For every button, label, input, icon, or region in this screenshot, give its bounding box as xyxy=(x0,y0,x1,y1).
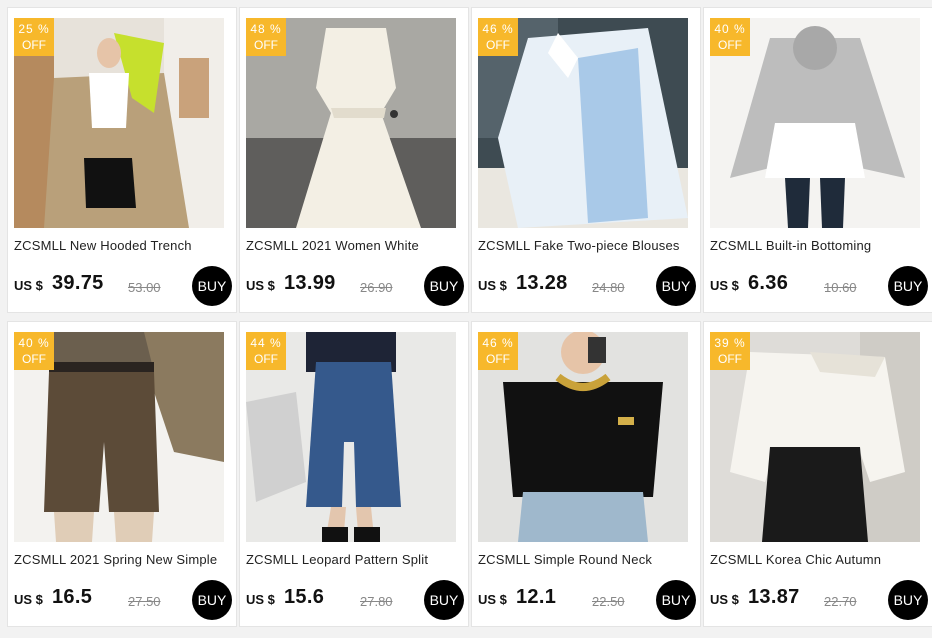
product-card[interactable]: 39 % OFF ZCSMLL Korea Chic Autumn US $ 1… xyxy=(703,321,932,627)
discount-off-label: OFF xyxy=(486,352,510,366)
currency-label: US $ xyxy=(246,278,275,293)
original-price: 27.50 xyxy=(128,594,161,609)
buy-button[interactable]: BUY xyxy=(424,580,464,620)
original-price: 53.00 xyxy=(128,280,161,295)
sale-price: 13.87 xyxy=(748,586,800,608)
discount-percent: 25 % xyxy=(18,22,50,36)
discount-badge: 48 % OFF xyxy=(246,18,286,56)
product-card[interactable]: 25 % OFF ZCSMLL New Hooded Trench US $ 3… xyxy=(7,7,237,313)
buy-button[interactable]: BUY xyxy=(656,266,696,306)
buy-button[interactable]: BUY xyxy=(192,266,232,306)
discount-off-label: OFF xyxy=(718,38,742,52)
discount-percent: 44 % xyxy=(250,336,282,350)
product-image[interactable]: 44 % OFF xyxy=(246,332,456,542)
discount-percent: 48 % xyxy=(250,22,282,36)
product-image[interactable]: 40 % OFF xyxy=(14,332,224,542)
original-price: 27.80 xyxy=(360,594,393,609)
product-image[interactable]: 48 % OFF xyxy=(246,18,456,228)
original-price: 26.90 xyxy=(360,280,393,295)
product-grid: 25 % OFF ZCSMLL New Hooded Trench US $ 3… xyxy=(0,0,932,638)
discount-badge: 46 % OFF xyxy=(478,18,518,56)
buy-button[interactable]: BUY xyxy=(888,580,928,620)
sale-price: 13.28 xyxy=(516,272,568,294)
discount-off-label: OFF xyxy=(22,352,46,366)
product-title[interactable]: ZCSMLL New Hooded Trench xyxy=(14,238,228,253)
price-row: US $ 13.99 26.90 BUY xyxy=(246,266,464,306)
original-price: 22.50 xyxy=(592,594,625,609)
product-image[interactable]: 25 % OFF xyxy=(14,18,224,228)
discount-off-label: OFF xyxy=(254,38,278,52)
sale-price: 16.5 xyxy=(52,586,93,608)
currency-label: US $ xyxy=(710,278,739,293)
sale-price: 12.1 xyxy=(516,586,557,608)
product-title[interactable]: ZCSMLL Leopard Pattern Split xyxy=(246,552,460,567)
currency-label: US $ xyxy=(478,592,507,607)
product-card[interactable]: 46 % OFF ZCSMLL Fake Two-piece Blouses U… xyxy=(471,7,701,313)
discount-badge: 40 % OFF xyxy=(710,18,750,56)
product-image[interactable]: 40 % OFF xyxy=(710,18,920,228)
discount-off-label: OFF xyxy=(486,38,510,52)
product-title[interactable]: ZCSMLL 2021 Spring New Simple xyxy=(14,552,228,567)
sale-price: 13.99 xyxy=(284,272,336,294)
product-image[interactable]: 39 % OFF xyxy=(710,332,920,542)
product-title[interactable]: ZCSMLL 2021 Women White xyxy=(246,238,460,253)
product-title[interactable]: ZCSMLL Built-in Bottoming xyxy=(710,238,924,253)
buy-button[interactable]: BUY xyxy=(192,580,232,620)
discount-percent: 39 % xyxy=(714,336,746,350)
price-row: US $ 13.28 24.80 BUY xyxy=(478,266,696,306)
discount-percent: 40 % xyxy=(714,22,746,36)
discount-badge: 25 % OFF xyxy=(14,18,54,56)
discount-percent: 46 % xyxy=(482,336,514,350)
price-row: US $ 12.1 22.50 BUY xyxy=(478,580,696,620)
product-title[interactable]: ZCSMLL Korea Chic Autumn xyxy=(710,552,924,567)
product-title[interactable]: ZCSMLL Fake Two-piece Blouses xyxy=(478,238,692,253)
discount-badge: 44 % OFF xyxy=(246,332,286,370)
product-card[interactable]: 40 % OFF ZCSMLL Built-in Bottoming US $ … xyxy=(703,7,932,313)
product-card[interactable]: 46 % OFF ZCSMLL Simple Round Neck US $ 1… xyxy=(471,321,701,627)
discount-off-label: OFF xyxy=(254,352,278,366)
product-card[interactable]: 48 % OFF ZCSMLL 2021 Women White US $ 13… xyxy=(239,7,469,313)
discount-badge: 46 % OFF xyxy=(478,332,518,370)
product-image[interactable]: 46 % OFF xyxy=(478,332,688,542)
original-price: 24.80 xyxy=(592,280,625,295)
discount-percent: 46 % xyxy=(482,22,514,36)
discount-badge: 40 % OFF xyxy=(14,332,54,370)
currency-label: US $ xyxy=(246,592,275,607)
buy-button[interactable]: BUY xyxy=(424,266,464,306)
discount-off-label: OFF xyxy=(718,352,742,366)
sale-price: 39.75 xyxy=(52,272,104,294)
currency-label: US $ xyxy=(14,278,43,293)
buy-button[interactable]: BUY xyxy=(656,580,696,620)
price-row: US $ 16.5 27.50 BUY xyxy=(14,580,232,620)
discount-badge: 39 % OFF xyxy=(710,332,750,370)
product-image[interactable]: 46 % OFF xyxy=(478,18,688,228)
price-row: US $ 15.6 27.80 BUY xyxy=(246,580,464,620)
buy-button[interactable]: BUY xyxy=(888,266,928,306)
sale-price: 15.6 xyxy=(284,586,325,608)
product-card[interactable]: 40 % OFF ZCSMLL 2021 Spring New Simple U… xyxy=(7,321,237,627)
discount-percent: 40 % xyxy=(18,336,50,350)
currency-label: US $ xyxy=(710,592,739,607)
price-row: US $ 39.75 53.00 BUY xyxy=(14,266,232,306)
price-row: US $ 13.87 22.70 BUY xyxy=(710,580,928,620)
product-title[interactable]: ZCSMLL Simple Round Neck xyxy=(478,552,692,567)
currency-label: US $ xyxy=(478,278,507,293)
original-price: 22.70 xyxy=(824,594,857,609)
currency-label: US $ xyxy=(14,592,43,607)
discount-off-label: OFF xyxy=(22,38,46,52)
price-row: US $ 6.36 10.60 BUY xyxy=(710,266,928,306)
sale-price: 6.36 xyxy=(748,272,789,294)
original-price: 10.60 xyxy=(824,280,857,295)
product-card[interactable]: 44 % OFF ZCSMLL Leopard Pattern Split US… xyxy=(239,321,469,627)
